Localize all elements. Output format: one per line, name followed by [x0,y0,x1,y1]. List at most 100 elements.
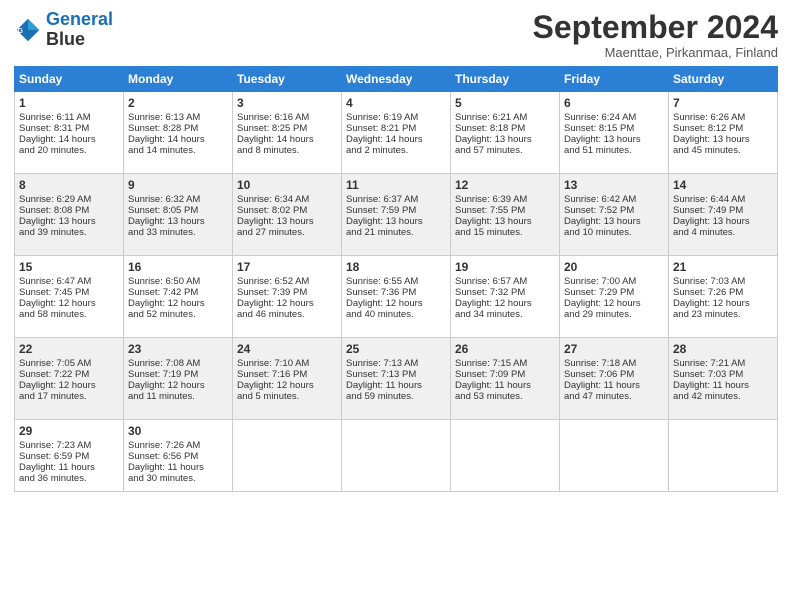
sunset-text: Sunset: 7:59 PM [346,205,416,216]
daylight-label: Daylight: 14 hours [19,134,96,145]
sunset-text: Sunset: 8:25 PM [237,123,307,134]
daylight-minutes: and 42 minutes. [673,391,741,402]
table-row: 10 Sunrise: 6:34 AM Sunset: 8:02 PM Dayl… [233,174,342,256]
table-row: 26 Sunrise: 7:15 AM Sunset: 7:09 PM Dayl… [451,338,560,420]
sunset-text: Sunset: 6:56 PM [128,451,198,462]
daylight-minutes: and 58 minutes. [19,309,87,320]
sunset-text: Sunset: 7:29 PM [564,287,634,298]
table-row: 24 Sunrise: 7:10 AM Sunset: 7:16 PM Dayl… [233,338,342,420]
calendar-week-row: 29 Sunrise: 7:23 AM Sunset: 6:59 PM Dayl… [15,420,778,492]
day-number: 17 [237,260,337,274]
table-row: 11 Sunrise: 6:37 AM Sunset: 7:59 PM Dayl… [342,174,451,256]
sunset-text: Sunset: 7:03 PM [673,369,743,380]
table-row: 23 Sunrise: 7:08 AM Sunset: 7:19 PM Dayl… [124,338,233,420]
calendar-week-row: 1 Sunrise: 6:11 AM Sunset: 8:31 PM Dayli… [15,92,778,174]
daylight-minutes: and 29 minutes. [564,309,632,320]
table-row: 17 Sunrise: 6:52 AM Sunset: 7:39 PM Dayl… [233,256,342,338]
header: G GeneralBlue September 2024 Maenttae, P… [14,10,778,60]
sunset-text: Sunset: 8:18 PM [455,123,525,134]
sunset-text: Sunset: 7:19 PM [128,369,198,380]
day-number: 16 [128,260,228,274]
table-row: 6 Sunrise: 6:24 AM Sunset: 8:15 PM Dayli… [560,92,669,174]
sunrise-text: Sunrise: 6:32 AM [128,194,200,205]
col-thursday: Thursday [451,67,560,92]
day-number: 27 [564,342,664,356]
table-row: 19 Sunrise: 6:57 AM Sunset: 7:32 PM Dayl… [451,256,560,338]
sunrise-text: Sunrise: 6:21 AM [455,112,527,123]
day-number: 18 [346,260,446,274]
logo-icon: G [14,16,42,44]
daylight-minutes: and 33 minutes. [128,227,196,238]
sunrise-text: Sunrise: 6:55 AM [346,276,418,287]
daylight-minutes: and 36 minutes. [19,473,87,484]
sunrise-text: Sunrise: 7:03 AM [673,276,745,287]
sunset-text: Sunset: 7:13 PM [346,369,416,380]
sunrise-text: Sunrise: 6:13 AM [128,112,200,123]
sunset-text: Sunset: 7:22 PM [19,369,89,380]
sunset-text: Sunset: 8:28 PM [128,123,198,134]
sunrise-text: Sunrise: 6:29 AM [19,194,91,205]
table-row [669,420,778,492]
page-container: G GeneralBlue September 2024 Maenttae, P… [0,0,792,502]
sunrise-text: Sunrise: 6:24 AM [564,112,636,123]
sunrise-text: Sunrise: 7:05 AM [19,358,91,369]
day-number: 3 [237,96,337,110]
daylight-label: Daylight: 11 hours [455,380,531,391]
day-number: 29 [19,424,119,438]
daylight-label: Daylight: 11 hours [128,462,204,473]
sunset-text: Sunset: 8:02 PM [237,205,307,216]
sunrise-text: Sunrise: 6:39 AM [455,194,527,205]
calendar-header-row: Sunday Monday Tuesday Wednesday Thursday… [15,67,778,92]
daylight-label: Daylight: 13 hours [564,216,641,227]
sunrise-text: Sunrise: 7:21 AM [673,358,745,369]
daylight-label: Daylight: 12 hours [673,298,750,309]
table-row: 13 Sunrise: 6:42 AM Sunset: 7:52 PM Dayl… [560,174,669,256]
sunset-text: Sunset: 8:15 PM [564,123,634,134]
sunrise-text: Sunrise: 6:52 AM [237,276,309,287]
daylight-minutes: and 14 minutes. [128,145,196,156]
daylight-minutes: and 30 minutes. [128,473,196,484]
sunrise-text: Sunrise: 7:15 AM [455,358,527,369]
table-row: 27 Sunrise: 7:18 AM Sunset: 7:06 PM Dayl… [560,338,669,420]
daylight-minutes: and 5 minutes. [237,391,299,402]
table-row: 9 Sunrise: 6:32 AM Sunset: 8:05 PM Dayli… [124,174,233,256]
daylight-minutes: and 15 minutes. [455,227,523,238]
col-monday: Monday [124,67,233,92]
daylight-label: Daylight: 11 hours [346,380,422,391]
table-row: 30 Sunrise: 7:26 AM Sunset: 6:56 PM Dayl… [124,420,233,492]
day-number: 2 [128,96,228,110]
daylight-minutes: and 47 minutes. [564,391,632,402]
daylight-label: Daylight: 13 hours [455,134,532,145]
sunset-text: Sunset: 7:06 PM [564,369,634,380]
col-tuesday: Tuesday [233,67,342,92]
day-number: 15 [19,260,119,274]
daylight-label: Daylight: 13 hours [564,134,641,145]
daylight-minutes: and 53 minutes. [455,391,523,402]
table-row: 7 Sunrise: 6:26 AM Sunset: 8:12 PM Dayli… [669,92,778,174]
calendar-table: Sunday Monday Tuesday Wednesday Thursday… [14,66,778,492]
daylight-label: Daylight: 13 hours [673,216,750,227]
daylight-minutes: and 11 minutes. [128,391,195,402]
sunrise-text: Sunrise: 6:19 AM [346,112,418,123]
daylight-label: Daylight: 13 hours [346,216,423,227]
subtitle: Maenttae, Pirkanmaa, Finland [533,45,778,60]
daylight-label: Daylight: 11 hours [19,462,95,473]
sunset-text: Sunset: 8:12 PM [673,123,743,134]
table-row [342,420,451,492]
daylight-label: Daylight: 13 hours [237,216,314,227]
daylight-minutes: and 2 minutes. [346,145,408,156]
sunset-text: Sunset: 7:26 PM [673,287,743,298]
daylight-minutes: and 40 minutes. [346,309,414,320]
month-title: September 2024 [533,10,778,45]
sunset-text: Sunset: 6:59 PM [19,451,89,462]
sunrise-text: Sunrise: 6:11 AM [19,112,91,123]
sunset-text: Sunset: 7:36 PM [346,287,416,298]
table-row: 5 Sunrise: 6:21 AM Sunset: 8:18 PM Dayli… [451,92,560,174]
sunset-text: Sunset: 8:31 PM [19,123,89,134]
sunset-text: Sunset: 7:39 PM [237,287,307,298]
sunrise-text: Sunrise: 6:34 AM [237,194,309,205]
daylight-label: Daylight: 12 hours [237,298,314,309]
sunrise-text: Sunrise: 6:50 AM [128,276,200,287]
table-row: 4 Sunrise: 6:19 AM Sunset: 8:21 PM Dayli… [342,92,451,174]
sunrise-text: Sunrise: 7:13 AM [346,358,418,369]
